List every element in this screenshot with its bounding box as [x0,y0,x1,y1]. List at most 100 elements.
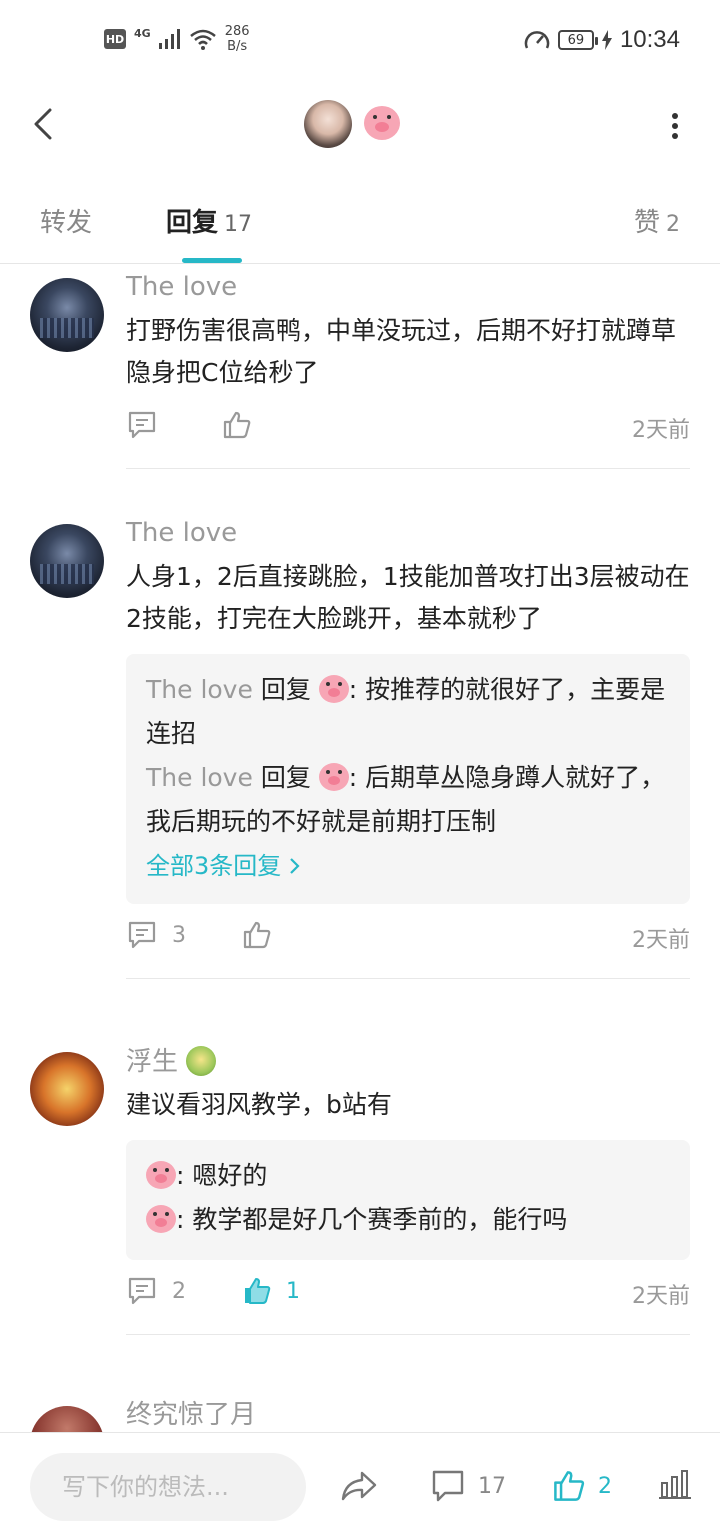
comment-author[interactable]: The love [126,272,690,302]
reply-preview[interactable]: : 嗯好的 : 教学都是好几个赛季前的，能行吗 [126,1140,690,1260]
reply-line: : 嗯好的 [146,1154,670,1198]
battery-icon: 69 [557,30,598,50]
more-icon[interactable] [670,112,680,140]
comment-body: The love 人身1，2后直接跳脸，1技能加普攻打出3层被动在2技能，打完在… [126,518,690,979]
divider [126,468,690,469]
all-replies-link[interactable]: 全部3条回复 [146,846,670,886]
reply-text: : 嗯好的 [176,1161,268,1190]
comment-time: 2天前 [632,928,690,953]
status-left: HD 4G 286 B/s [104,24,250,54]
avatar[interactable] [30,278,104,352]
divider [126,978,690,979]
reply-button[interactable]: 2 [126,1276,186,1306]
comment-actions: 3 2天前 [126,920,690,960]
author-avatar[interactable] [304,100,352,148]
share-button[interactable] [340,1469,378,1503]
like-button[interactable] [222,410,252,440]
pig-emoji-icon[interactable] [146,1205,176,1233]
pig-emoji-icon [364,106,400,140]
reply-author[interactable]: The love [146,675,253,704]
like-count: 1 [286,1278,300,1304]
share-icon [341,1471,377,1501]
tab-reply[interactable]: 回复 17 [166,202,252,239]
tab-reply-count: 17 [224,212,253,237]
comment-button[interactable]: 17 [430,1469,506,1503]
comment-author[interactable]: 终究惊了月 [126,1400,690,1430]
thumb-up-icon [554,1471,585,1501]
comment-text: 人身1，2后直接跳脸，1技能加普攻打出3层被动在2技能，打完在大脸跳开，基本就秒… [126,562,690,633]
comment-body: 浮生 建议看羽风教学，b站有 : 嗯好的 : 教学都是好几个赛季前的，能行吗 2 [126,1046,690,1335]
signal-icon [158,29,180,49]
tab-forward-label: 转发 [40,208,93,238]
thumb-up-icon [245,1278,271,1304]
reply-line: : 教学都是好几个赛季前的，能行吗 [146,1198,670,1242]
thumb-up-icon [223,411,251,439]
tab-forward[interactable]: 转发 [40,202,92,239]
comment-icon [128,921,156,949]
comment-icon [432,1470,464,1502]
reply-button[interactable] [126,410,158,440]
like-button[interactable]: 2 [552,1469,612,1503]
like-button[interactable] [242,920,272,950]
bottom-bar: 写下你的想法... 17 2 [0,1432,720,1540]
chevron-right-icon [290,858,300,874]
status-right: 69 10:34 [524,26,680,54]
back-icon[interactable] [28,104,58,144]
reply-author[interactable]: The love [146,763,253,792]
speed-value: 286 [224,24,250,39]
user-badge-icon [186,1046,217,1076]
comment-author[interactable]: 浮生 [126,1046,690,1077]
battery-level: 69 [567,32,585,48]
pig-emoji-icon [318,675,349,703]
reply-line: The love 回复 : 按推荐的就很好了，主要是连招 [146,668,670,756]
divider [126,1334,690,1335]
comment-body: The love 打野伤害很高鸭，中单没玩过，后期不好打就蹲草隐身把C位给秒了 … [126,272,690,469]
all-replies-label: 全部3条回复 [146,852,282,880]
reply-text: : 教学都是好几个赛季前的，能行吗 [176,1205,568,1234]
charging-icon [601,30,612,50]
reply-count: 3 [172,922,186,948]
comment-actions: 2天前 [126,410,690,450]
comment-time: 2天前 [632,1284,690,1309]
comment-text: 打野伤害很高鸭，中单没玩过，后期不好打就蹲草隐身把C位给秒了 [126,316,677,387]
speed-unit: B/s [227,39,248,54]
speedometer-icon [524,31,550,49]
comment-author-name: 浮生 [126,1047,179,1077]
comment-time: 2天前 [632,418,690,443]
comment-author[interactable]: The love [126,518,690,548]
wifi-icon [189,29,216,50]
network-type: 4G [134,26,151,40]
comment-body: 终究惊了月 [126,1400,690,1430]
comment-count: 17 [478,1473,506,1499]
tab-like[interactable]: 赞2 [634,202,680,239]
stats-button[interactable] [658,1469,692,1499]
pig-emoji-icon [318,763,349,791]
reply-button[interactable]: 3 [126,920,186,950]
status-bar: HD 4G 286 B/s 69 10:34 [0,0,720,80]
comment-actions: 2 1 2天前 [126,1276,690,1316]
network-speed: 286 B/s [225,24,250,54]
like-count: 2 [598,1473,612,1499]
reply-verb: 回复 [252,763,319,792]
thumb-up-icon [243,921,271,949]
tab-indicator [182,258,242,263]
tab-like-label: 赞 [633,208,660,238]
tab-bar: 转发 回复 17 赞2 [0,172,720,264]
tab-reply-label: 回复 [166,208,219,238]
header [0,80,720,172]
hd-icon: HD [104,29,126,49]
pig-emoji-icon[interactable] [146,1161,176,1189]
like-button[interactable]: 1 [242,1276,300,1306]
reply-line: The love 回复 : 后期草丛隐身蹲人就好了，我后期玩的不好就是前期打压制 [146,756,670,844]
reply-verb: 回复 [252,675,319,704]
clock: 10:34 [619,26,680,53]
bar-chart-icon [659,1470,691,1499]
avatar[interactable] [30,1052,104,1126]
comment-icon [128,411,156,439]
reply-preview[interactable]: The love 回复 : 按推荐的就很好了，主要是连招 The love 回复… [126,654,690,904]
comment-input[interactable]: 写下你的想法... [30,1453,306,1521]
tab-like-count: 2 [666,212,680,237]
avatar[interactable] [30,524,104,598]
comment-text: 建议看羽风教学，b站有 [126,1090,392,1119]
comment-icon [128,1277,156,1305]
